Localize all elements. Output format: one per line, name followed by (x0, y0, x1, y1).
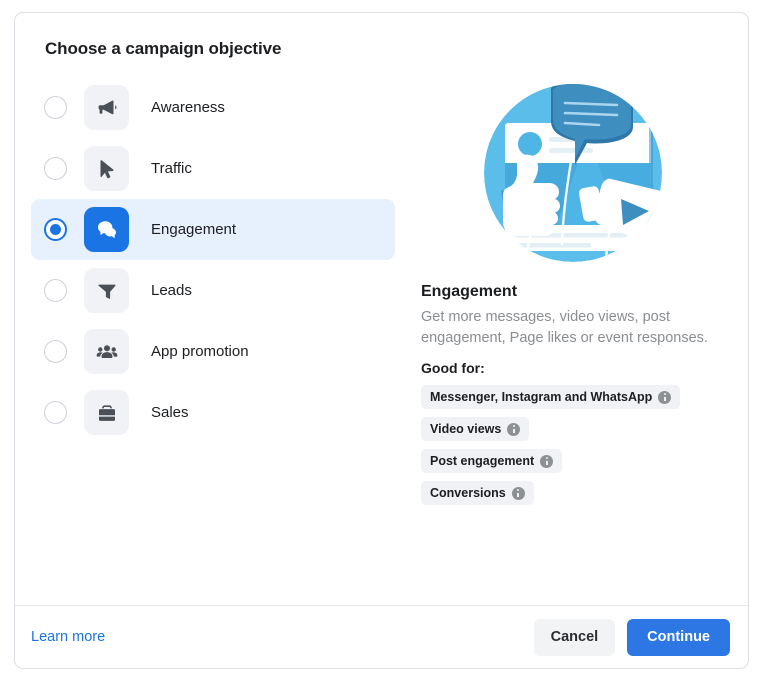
objective-label: Leads (151, 282, 192, 299)
objective-label: App promotion (151, 343, 249, 360)
people-group-icon (84, 329, 129, 374)
detail-description: Get more messages, video views, post eng… (421, 309, 708, 346)
chip-label: Conversions (430, 486, 506, 500)
objective-label: Traffic (151, 160, 192, 177)
page-title: Choose a campaign objective (45, 39, 282, 58)
info-icon[interactable] (540, 454, 554, 468)
radio-app-promotion[interactable] (44, 340, 67, 363)
dialog-footer: Learn more Cancel Continue (15, 605, 748, 668)
learn-more-link[interactable]: Learn more (31, 629, 105, 645)
cancel-button[interactable]: Cancel (533, 618, 616, 656)
radio-traffic[interactable] (44, 157, 67, 180)
objective-option-leads[interactable]: Leads (31, 260, 395, 321)
info-icon[interactable] (511, 486, 525, 500)
objective-label: Sales (151, 404, 189, 421)
chip-label: Post engagement (430, 454, 535, 468)
chip-conversions[interactable]: Conversions (421, 481, 534, 505)
radio-awareness[interactable] (44, 96, 67, 119)
campaign-objective-dialog: Choose a campaign objective Awareness Tr… (14, 12, 749, 669)
objective-list: Awareness Traffic Engagement Leads App p… (31, 77, 395, 513)
briefcase-icon (84, 390, 129, 435)
good-for-chips: Messenger, Instagram and WhatsApp Video … (421, 385, 724, 513)
chip-video-views[interactable]: Video views (421, 417, 530, 441)
engagement-illustration (483, 84, 662, 262)
objective-option-app-promotion[interactable]: App promotion (31, 321, 395, 382)
funnel-icon (84, 268, 129, 313)
chip-post-engagement[interactable]: Post engagement (421, 449, 563, 473)
objective-option-sales[interactable]: Sales (31, 382, 395, 443)
chip-label: Video views (430, 422, 502, 436)
radio-leads[interactable] (44, 279, 67, 302)
info-icon[interactable] (658, 390, 672, 404)
info-icon[interactable] (507, 422, 521, 436)
good-for-label: Good for: (421, 360, 485, 376)
objective-option-awareness[interactable]: Awareness (31, 77, 395, 138)
objective-option-engagement[interactable]: Engagement (31, 199, 395, 260)
chip-label: Messenger, Instagram and WhatsApp (430, 390, 653, 404)
continue-button[interactable]: Continue (627, 618, 730, 656)
objective-option-traffic[interactable]: Traffic (31, 138, 395, 199)
illustration-container (421, 79, 724, 279)
detail-title: Engagement (421, 283, 518, 300)
objective-label: Engagement (151, 221, 237, 238)
chat-bubbles-icon (84, 207, 129, 252)
dialog-content: Awareness Traffic Engagement Leads App p… (31, 77, 724, 513)
dialog-body: Choose a campaign objective Awareness Tr… (15, 13, 748, 605)
radio-sales[interactable] (44, 401, 67, 424)
megaphone-icon (84, 85, 129, 130)
cursor-icon (84, 146, 129, 191)
objective-detail-panel: Engagement Get more messages, video view… (395, 77, 724, 513)
chip-messenger-instagram-whatsapp[interactable]: Messenger, Instagram and WhatsApp (421, 385, 681, 409)
objective-label: Awareness (151, 99, 225, 116)
radio-engagement[interactable] (44, 218, 67, 241)
